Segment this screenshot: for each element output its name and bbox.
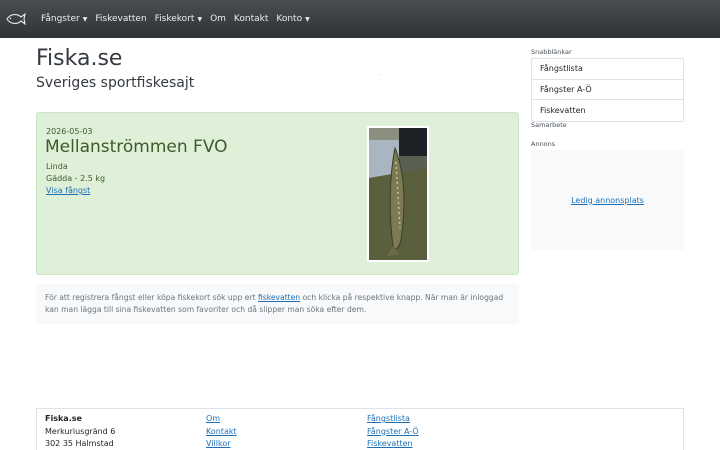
footer-street: Merkuriusgränd 6 (45, 426, 116, 436)
decorative-dot: · (378, 72, 380, 79)
ad-box: Ledig annonsplats (531, 150, 684, 250)
show-catch-link[interactable]: Visa fångst (46, 186, 90, 195)
quick-links-list: Fångstlista Fångster A-Ö Fiskevatten (531, 58, 684, 122)
footer-link-om[interactable]: Om (206, 413, 237, 426)
catch-fish-weight: Gädda - 2.5 kg (46, 174, 106, 183)
caret-down-icon: ▼ (197, 15, 203, 23)
catch-angler: Linda (46, 162, 68, 171)
ad-link[interactable]: Ledig annonsplats (571, 196, 644, 205)
footer-link-fiskevatten[interactable]: Fiskevatten (367, 438, 419, 450)
info-box: För att registrera fångst eller köpa fis… (36, 284, 519, 324)
footer-company: Fiska.se (45, 414, 82, 423)
catch-date: 2026-05-03 (46, 127, 93, 136)
footer-info-links: Om Kontakt Villkor (206, 413, 237, 450)
nav-fangster[interactable]: Fångster ▼ (41, 14, 87, 24)
nav-konto[interactable]: Konto ▼ (276, 14, 309, 24)
footer-site-links: Fångstlista Fångster A-Ö Fiskevatten (367, 413, 419, 450)
navbar: Fångster ▼ Fiskevatten Fiskekort ▼ Om Kont… (0, 0, 720, 38)
partner-heading: Samarbete (531, 121, 567, 129)
quick-links-heading: Snabblänkar (531, 48, 572, 56)
catch-photo[interactable] (367, 126, 429, 262)
caret-down-icon: ▼ (305, 15, 310, 23)
caret-down-icon: ▼ (82, 15, 88, 23)
quick-link-fangster-a-o[interactable]: Fångster A-Ö (532, 80, 683, 100)
quick-link-fangstlista[interactable]: Fångstlista (532, 59, 683, 80)
nav-om[interactable]: Om (210, 14, 226, 24)
page-title: Fiska.se (36, 46, 123, 71)
nav-kontakt[interactable]: Kontakt (234, 14, 268, 24)
footer-link-villkor[interactable]: Villkor (206, 438, 237, 450)
catch-water-name: Mellanströmmen FVO (45, 137, 228, 157)
ad-heading: Annons (531, 140, 556, 148)
fish-logo-icon[interactable] (5, 11, 27, 27)
nav-fiskevatten[interactable]: Fiskevatten (95, 14, 146, 24)
fiskevatten-link[interactable]: fiskevatten (258, 293, 300, 302)
nav-fiskekort[interactable]: Fiskekort ▼ (155, 14, 202, 24)
footer-address: Fiska.se Merkuriusgränd 6 302 35 Halmsta… (45, 413, 115, 450)
footer: Fiska.se Merkuriusgränd 6 302 35 Halmsta… (36, 408, 684, 450)
footer-link-fangstlista[interactable]: Fångstlista (367, 413, 419, 426)
quick-link-fiskevatten[interactable]: Fiskevatten (532, 100, 683, 121)
footer-city: 302 35 Halmstad (45, 439, 114, 448)
page-subtitle: Sveriges sportfiskesajt (36, 75, 195, 91)
footer-link-fangster-a-o[interactable]: Fångster A-Ö (367, 426, 419, 439)
footer-link-kontakt[interactable]: Kontakt (206, 426, 237, 439)
latest-catch-card: 2026-05-03 Mellanströmmen FVO Linda Gädd… (36, 112, 519, 275)
